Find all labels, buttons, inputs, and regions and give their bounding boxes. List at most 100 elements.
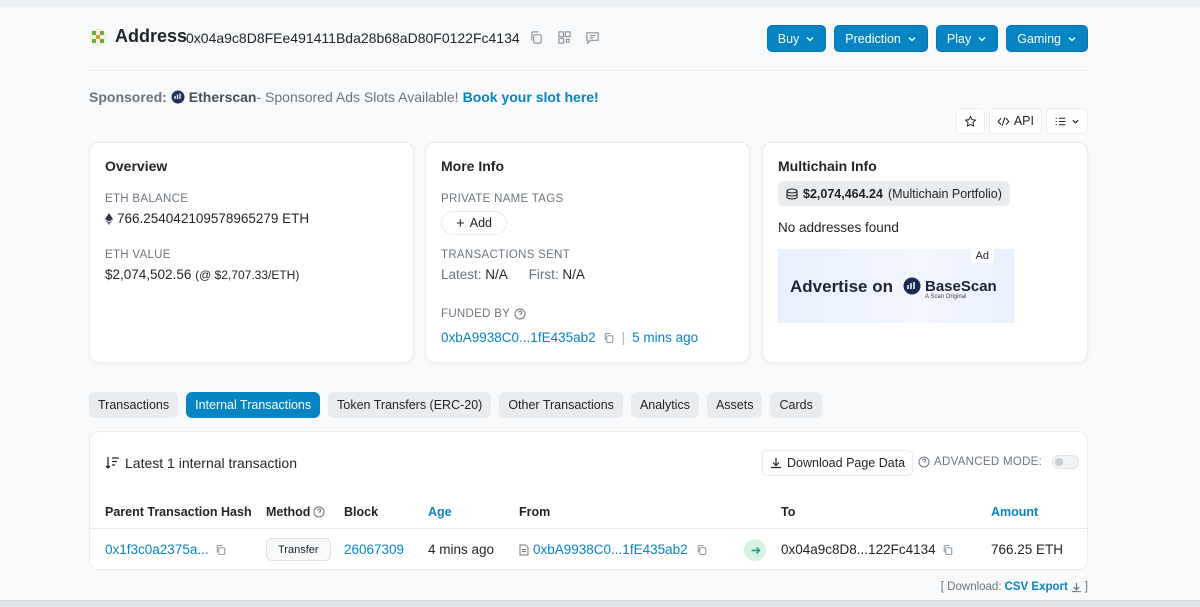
list-icon [1055,117,1066,125]
more-info-title: More Info [441,158,504,174]
transactions-summary-text: Latest 1 internal transaction [125,455,297,471]
page-title: Address [115,26,188,46]
sponsored-banner: Sponsored: Etherscan - Sponsored Ads Slo… [89,89,599,105]
code-icon [997,116,1010,126]
eth-value: $2,074,502.56 (@ $2,707.33/ETH) [105,267,299,282]
contract-file-icon [519,544,529,555]
address-tabs: Transactions Internal Transactions Token… [89,392,822,418]
portfolio-value: $2,074,464.24 [803,186,883,201]
col-method: Method [266,505,325,519]
col-from: From [519,505,551,519]
portfolio-label: (Multichain Portfolio) [887,186,1002,201]
sort-icon[interactable] [105,456,120,470]
transactions-sent-label: TRANSACTIONS SENT [441,249,571,261]
latest-value: N/A [485,267,508,282]
amount-cell: 766.25 ETH [991,542,1064,557]
chevron-down-icon [908,36,916,41]
overview-card: Overview ETH BALANCE 766.254042109578965… [89,142,414,363]
tab-assets[interactable]: Assets [706,392,763,418]
funded-by-address-link[interactable]: 0xbA9938C0...1fE435ab2 [441,330,596,345]
col-parent-hash: Parent Transaction Hash [105,505,252,519]
tab-token-transfers[interactable]: Token Transfers (ERC-20) [328,392,492,418]
basescan-brand: BaseScan [925,277,997,295]
top-strip [0,0,1200,7]
comment-icon[interactable] [585,30,600,45]
download-icon [1071,582,1081,592]
copy-icon[interactable] [529,30,544,45]
tx-hash-link[interactable]: 0x1f3c0a2375a... [105,542,209,557]
chevron-down-icon [1072,119,1079,124]
header-divider [89,70,1088,71]
col-age[interactable]: Age [428,505,452,519]
book-slot-link[interactable]: Book your slot here! [463,89,599,105]
chevron-down-icon [1068,36,1076,41]
copy-icon[interactable] [696,544,708,556]
from-address-link[interactable]: 0xbA9938C0...1fE435ab2 [533,542,688,557]
basescan-logo-icon [903,277,921,295]
col-amount[interactable]: Amount [991,505,1038,519]
copy-icon[interactable] [215,544,227,556]
buy-button[interactable]: Buy [766,25,827,52]
multichain-card: Multichain Info $2,074,464.24 (Multichai… [762,142,1088,363]
tab-analytics[interactable]: Analytics [630,392,699,418]
csv-export: [ Download: CSV Export ] [941,581,1088,593]
col-method-label: Method [266,505,311,519]
star-icon [964,114,977,127]
to-address: 0x04a9c8D8...122Fc4134 [781,542,936,557]
prediction-button[interactable]: Prediction [834,25,928,52]
basescan-tagline: A Scan Original [925,294,967,300]
eth-balance-text: 766.254042109578965279 ETH [117,211,310,226]
internal-transactions-panel: Latest 1 internal transaction Download P… [89,431,1088,570]
play-button-label: Play [946,31,972,46]
tab-transactions[interactable]: Transactions [89,392,179,418]
advanced-mode-toggle[interactable] [1052,455,1080,469]
latest-label: Latest: [441,267,482,282]
header-actions [529,30,600,45]
prediction-button-label: Prediction [845,31,901,46]
transfer-direction-icon [744,539,766,561]
ethereum-icon [105,212,113,225]
block-link[interactable]: 26067309 [344,542,404,557]
etherscan-logo-icon [171,90,185,104]
buy-button-label: Buy [777,31,800,46]
download-page-data-button[interactable]: Download Page Data [762,450,914,476]
play-button[interactable]: Play [935,25,999,52]
etherscan-brand-label: Etherscan [188,89,257,105]
copy-icon[interactable] [942,544,954,556]
chevron-down-icon [978,36,986,41]
favorite-button[interactable] [955,108,985,134]
gaming-button-label: Gaming [1017,31,1061,46]
tab-other-transactions[interactable]: Other Transactions [499,392,623,418]
eth-value-text: $2,074,502.56 [105,267,192,282]
help-circle-icon[interactable] [514,308,526,320]
tab-cards[interactable]: Cards [770,392,822,418]
coins-icon [786,187,798,200]
api-button-label: API [1013,114,1034,128]
multichain-portfolio-button[interactable]: $2,074,464.24 (Multichain Portfolio) [778,181,1010,206]
csv-export-link[interactable]: CSV Export [1005,581,1068,593]
tab-internal-transactions[interactable]: Internal Transactions [186,392,321,418]
api-button[interactable]: API [988,108,1042,134]
chevron-down-icon [806,36,814,41]
basescan-ad-banner[interactable]: Ad Advertise on BaseScan A Scan Original [778,249,1014,323]
add-private-tag-button[interactable]: + Add [441,211,508,235]
add-button-label: Add [469,216,493,230]
eth-balance-value: 766.254042109578965279 ETH [105,211,309,226]
header-nav-buttons: Buy Prediction Play Gaming [766,25,1088,52]
private-tags-label: PRIVATE NAME TAGS [441,193,564,205]
eth-balance-label: ETH BALANCE [105,193,189,205]
col-block: Block [344,505,379,519]
download-button-label: Download Page Data [787,456,906,470]
first-value: N/A [562,267,585,282]
more-options-button[interactable] [1046,108,1088,134]
etherscan-brand[interactable]: Etherscan [171,89,257,105]
gaming-button[interactable]: Gaming [1006,25,1088,52]
funded-by-time-link[interactable]: 5 mins ago [632,330,698,345]
first-label: First: [528,267,559,282]
separator: | [621,330,626,345]
copy-icon[interactable] [603,332,615,344]
qr-code-icon[interactable] [557,30,572,45]
help-circle-icon[interactable] [313,506,325,518]
sponsored-label: Sponsored: [89,89,167,105]
help-circle-icon[interactable] [918,456,930,468]
